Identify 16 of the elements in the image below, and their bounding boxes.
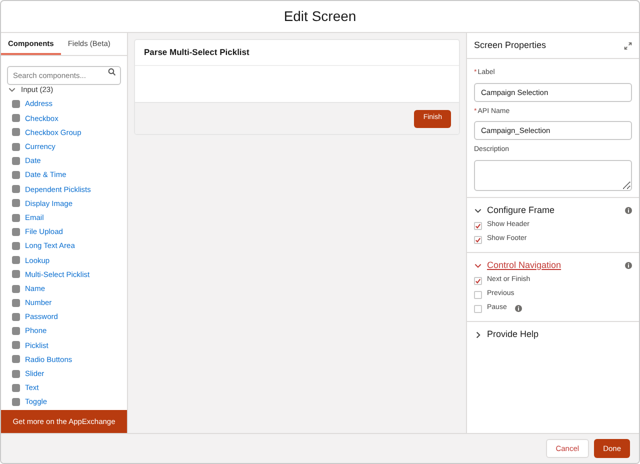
checkbox[interactable]	[474, 304, 482, 312]
checkbox[interactable]	[474, 276, 482, 284]
info-icon[interactable]	[514, 305, 522, 312]
search-icon	[108, 68, 116, 76]
panel-title: Screen Properties	[474, 38, 546, 52]
checkbox[interactable]	[474, 222, 482, 230]
checkbox[interactable]	[474, 290, 482, 298]
info-icon[interactable]	[625, 207, 632, 214]
section-header[interactable]: Configure Frame	[474, 204, 632, 216]
screen-title: Parse Multi-Select Picklist	[144, 46, 250, 59]
info-icon[interactable]	[625, 262, 632, 269]
checkbox[interactable]	[474, 236, 482, 244]
section-header[interactable]: Provide Help	[474, 328, 632, 340]
section-header[interactable]: Control Navigation	[474, 260, 632, 272]
expand-icon[interactable]	[624, 42, 632, 50]
window-title: Edit Screen	[284, 7, 356, 26]
